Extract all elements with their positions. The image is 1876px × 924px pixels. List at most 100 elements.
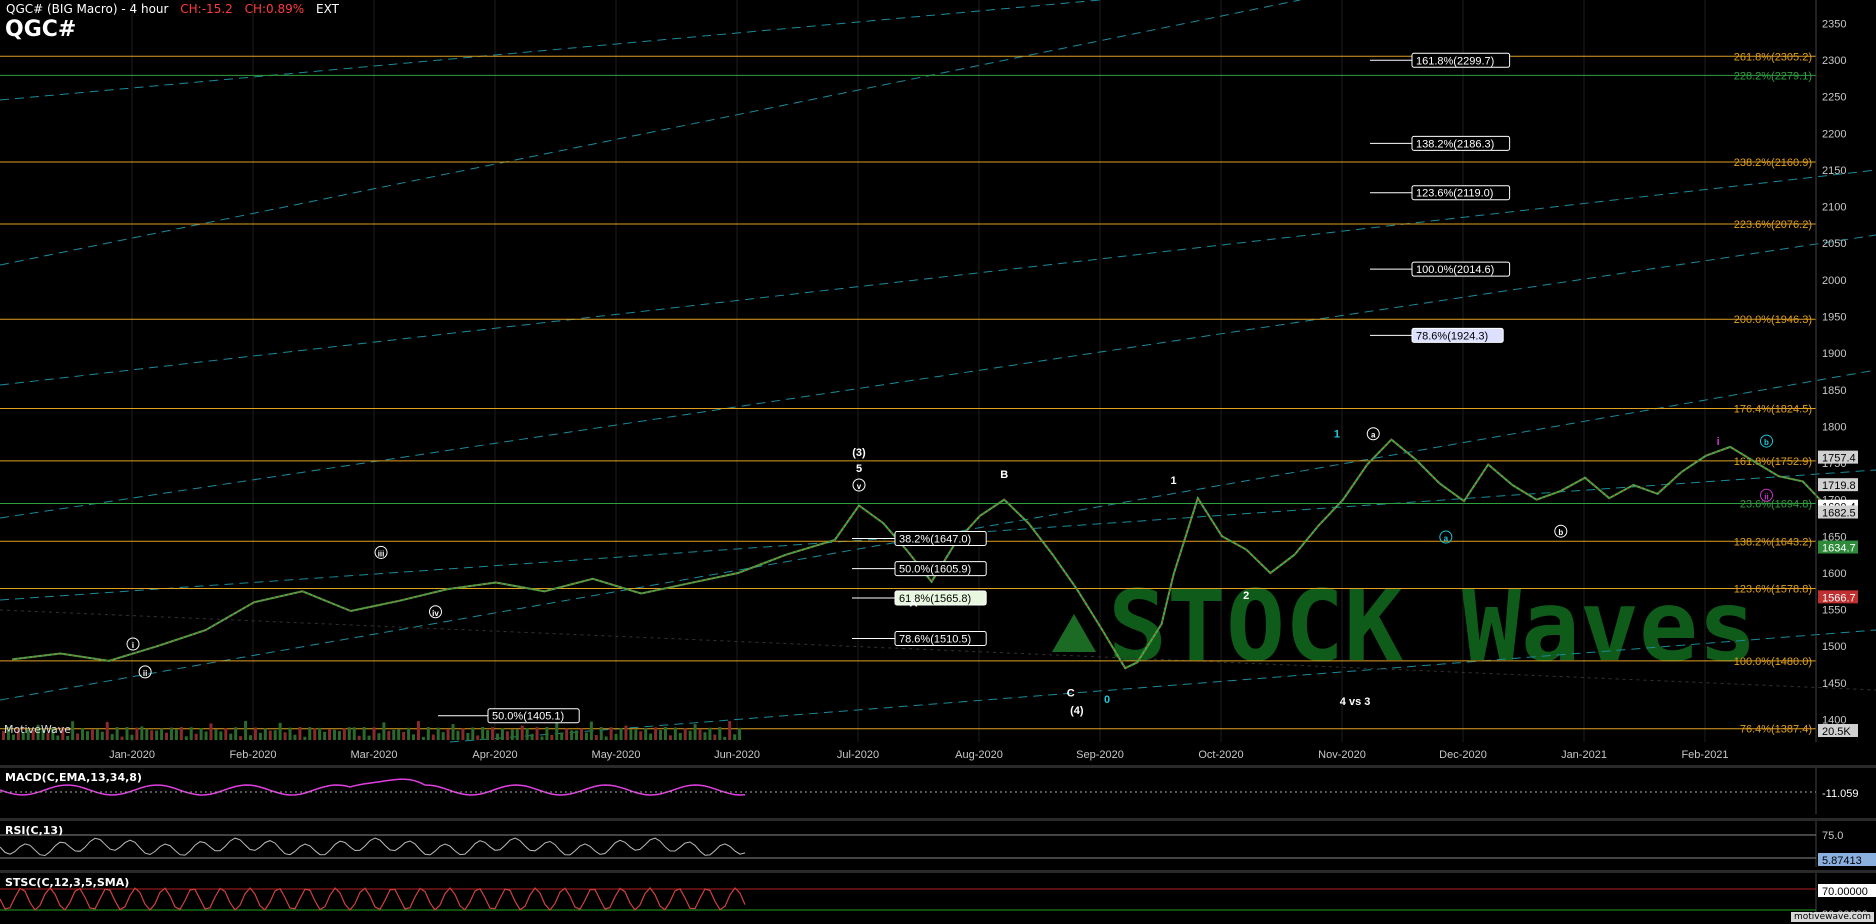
wave-label: a xyxy=(1444,534,1449,543)
volume-bar xyxy=(273,730,277,740)
volume-bar xyxy=(505,731,509,740)
volume-bar xyxy=(204,731,208,740)
volume-bar xyxy=(678,732,682,740)
panel-divider xyxy=(0,765,1876,768)
wave-label: 5 xyxy=(856,463,862,475)
y-tick-label: 1950 xyxy=(1822,312,1846,324)
volume-bar xyxy=(219,731,223,740)
volume-bar xyxy=(95,729,99,740)
y-tick-label: 2350 xyxy=(1822,18,1846,30)
motivewave-watermark: MotiveWave xyxy=(4,723,72,736)
x-tick-label: Feb-2020 xyxy=(229,749,276,761)
volume-bar xyxy=(436,727,440,740)
volume-bar xyxy=(125,727,129,740)
volume-bar xyxy=(382,722,386,740)
volume-bar xyxy=(229,733,233,740)
volume-bar xyxy=(634,729,638,740)
fib-target-label: 50.0%(1605.9) xyxy=(899,564,971,576)
volume-bar xyxy=(540,736,544,740)
volume-bar xyxy=(100,731,104,740)
volume-bar xyxy=(362,727,366,740)
volume-bar xyxy=(723,736,727,740)
x-tick-label: Apr-2020 xyxy=(472,749,517,761)
volume-bar xyxy=(644,728,648,740)
volume-bar xyxy=(412,734,416,740)
volume-bar xyxy=(352,727,356,740)
volume-bar xyxy=(476,735,480,740)
x-tick-label: Jan-2021 xyxy=(1561,749,1607,761)
price-marker-label: 1719.8 xyxy=(1822,480,1856,492)
price-marker-label: 1634.7 xyxy=(1822,543,1856,555)
volume-bar xyxy=(520,725,524,740)
volume-bar xyxy=(599,727,603,740)
fib-target-label: 78.6%(1924.3) xyxy=(1416,330,1488,342)
volume-bar xyxy=(659,730,663,740)
wave-label: 4 vs 3 xyxy=(1340,696,1371,708)
volume-bar xyxy=(130,734,134,740)
volume-bar xyxy=(545,727,549,740)
volume-bar xyxy=(530,733,534,740)
volume-bar xyxy=(496,733,499,740)
y-tick-label: 1850 xyxy=(1822,385,1846,397)
y-tick-label: 1600 xyxy=(1822,568,1846,580)
volume-bar xyxy=(703,732,707,740)
volume-bar xyxy=(555,721,559,740)
volume-bar xyxy=(639,731,643,740)
y-tick-label: 1800 xyxy=(1822,421,1846,433)
volume-bar xyxy=(184,736,188,740)
volume-bar xyxy=(194,733,198,740)
change-percent: CH:0.89% xyxy=(244,2,305,16)
volume-bar xyxy=(135,727,139,740)
volume-bar xyxy=(604,736,608,740)
volume-bar xyxy=(387,730,391,740)
volume-bar xyxy=(145,728,149,740)
volume-bar xyxy=(347,727,351,740)
stoch-label: STSC(C,12,3,5,SMA) xyxy=(5,876,130,889)
wave-label: i xyxy=(132,641,134,650)
volume-bar xyxy=(575,730,579,740)
fib-level-label: 76.4%(1387.4) xyxy=(1740,724,1812,736)
price-chart[interactable]: STOCK Waves 261.8%(2305.2) 228.2%(2279.1)… xyxy=(0,0,1876,924)
wave-label: b xyxy=(1764,438,1769,447)
volume-bar xyxy=(209,723,213,740)
volume-bar xyxy=(81,728,85,740)
wave-label: (4) xyxy=(1070,705,1084,717)
y-tick-label: 1900 xyxy=(1822,348,1846,360)
wave-label: B xyxy=(1000,469,1008,481)
fib-target-label: 78.6%(1510.5) xyxy=(899,634,971,646)
volume-bar xyxy=(471,727,475,740)
wave-label: v xyxy=(857,482,862,491)
volume-bar xyxy=(323,731,327,740)
volume-bar xyxy=(234,727,238,740)
volume-bar xyxy=(308,727,312,740)
volume-bar xyxy=(76,733,80,740)
volume-bar xyxy=(688,730,692,740)
fib-target-label: 50.0%(1405.1) xyxy=(492,711,564,723)
y-tick-label: 2100 xyxy=(1822,202,1846,214)
wave-label: 1 xyxy=(1334,429,1340,441)
chart-background xyxy=(0,0,1876,924)
volume-bar xyxy=(738,727,742,740)
footer-url: motivewave.com xyxy=(1791,912,1874,922)
volume-bar xyxy=(609,727,613,740)
x-tick-label: Dec-2020 xyxy=(1439,749,1487,761)
volume-bar xyxy=(733,734,737,740)
volume-bar xyxy=(713,734,717,740)
panel-divider xyxy=(0,870,1876,873)
volume-bar xyxy=(377,733,381,740)
symbol-label: QGC# xyxy=(5,17,77,42)
fib-level-label: 123.6%(1578.8) xyxy=(1734,583,1812,595)
macd-value-label: -11.059 xyxy=(1822,788,1859,800)
volume-bar xyxy=(535,727,539,740)
volume-bar xyxy=(328,729,332,740)
volume-bar xyxy=(224,728,228,740)
volume-bar xyxy=(115,727,119,740)
y-tick-label: 1500 xyxy=(1822,641,1846,653)
volume-bar xyxy=(446,728,450,740)
x-tick-label: Sep-2020 xyxy=(1076,749,1124,761)
volume-bar xyxy=(579,728,583,740)
wave-label: A xyxy=(909,597,917,609)
fib-level-label: 23.6%(1694.8) xyxy=(1740,498,1812,510)
wave-label: ii xyxy=(1764,492,1768,501)
volume-bar xyxy=(456,730,460,740)
